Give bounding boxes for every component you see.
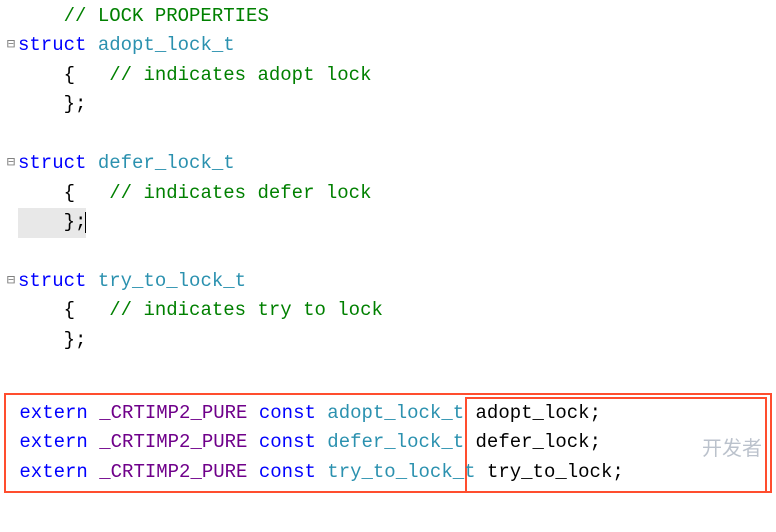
macro-name: _CRTIMP2_PURE	[99, 461, 247, 483]
keyword-const: const	[259, 431, 316, 453]
keyword-extern: extern	[19, 402, 87, 424]
semicolon: ;	[612, 461, 623, 483]
keyword-struct: struct	[18, 152, 86, 174]
comment: // indicates adopt lock	[109, 64, 371, 86]
comment: // LOCK PROPERTIES	[64, 5, 269, 27]
keyword-struct: struct	[18, 34, 86, 56]
code-line: { // indicates defer lock	[4, 179, 776, 208]
comment: // indicates try to lock	[109, 299, 383, 321]
brace-open: {	[64, 299, 75, 321]
type-name: defer_lock_t	[98, 152, 235, 174]
code-line: };	[4, 326, 776, 355]
code-line: ⊟struct try_to_lock_t	[4, 267, 776, 296]
brace-open: {	[64, 64, 75, 86]
keyword-extern: extern	[19, 461, 87, 483]
code-line: ⊟struct defer_lock_t	[4, 149, 776, 178]
code-line: { // indicates try to lock	[4, 296, 776, 325]
code-line: extern _CRTIMP2_PURE const adopt_lock_t …	[8, 399, 768, 428]
fold-icon[interactable]: ⊟	[4, 31, 18, 60]
code-line: };	[4, 90, 776, 119]
text-cursor	[85, 212, 86, 233]
type-name: adopt_lock_t	[327, 402, 464, 424]
keyword-struct: struct	[18, 270, 86, 292]
code-line: // LOCK PROPERTIES	[4, 2, 776, 31]
keyword-extern: extern	[19, 431, 87, 453]
code-line: ⊟struct adopt_lock_t	[4, 31, 776, 60]
macro-name: _CRTIMP2_PURE	[99, 431, 247, 453]
blank-line	[4, 238, 776, 267]
brace-close: };	[64, 93, 87, 115]
blank-line	[4, 355, 776, 384]
brace-open: {	[64, 182, 75, 204]
code-editor[interactable]: // LOCK PROPERTIES ⊟struct adopt_lock_t …	[0, 0, 776, 387]
blank-line	[4, 120, 776, 149]
type-name: try_to_lock_t	[98, 270, 246, 292]
code-line: extern _CRTIMP2_PURE const defer_lock_t …	[8, 428, 768, 457]
highlight-box-outer: extern _CRTIMP2_PURE const adopt_lock_t …	[4, 393, 772, 493]
fold-icon[interactable]: ⊟	[4, 149, 18, 178]
type-name: adopt_lock_t	[98, 34, 235, 56]
brace-close: };	[64, 329, 87, 351]
variable-name: try_to_lock	[487, 461, 612, 483]
type-name: defer_lock_t	[327, 431, 464, 453]
macro-name: _CRTIMP2_PURE	[99, 402, 247, 424]
keyword-const: const	[259, 402, 316, 424]
brace-close: };	[64, 211, 87, 233]
semicolon: ;	[590, 402, 601, 424]
variable-name: adopt_lock	[476, 402, 590, 424]
code-line-current: };	[4, 208, 776, 237]
comment: // indicates defer lock	[109, 182, 371, 204]
fold-icon[interactable]: ⊟	[4, 267, 18, 296]
code-line: extern _CRTIMP2_PURE const try_to_lock_t…	[8, 458, 768, 487]
semicolon: ;	[590, 431, 601, 453]
type-name: try_to_lock_t	[327, 461, 475, 483]
code-line: { // indicates adopt lock	[4, 61, 776, 90]
variable-name: defer_lock	[476, 431, 590, 453]
keyword-const: const	[259, 461, 316, 483]
